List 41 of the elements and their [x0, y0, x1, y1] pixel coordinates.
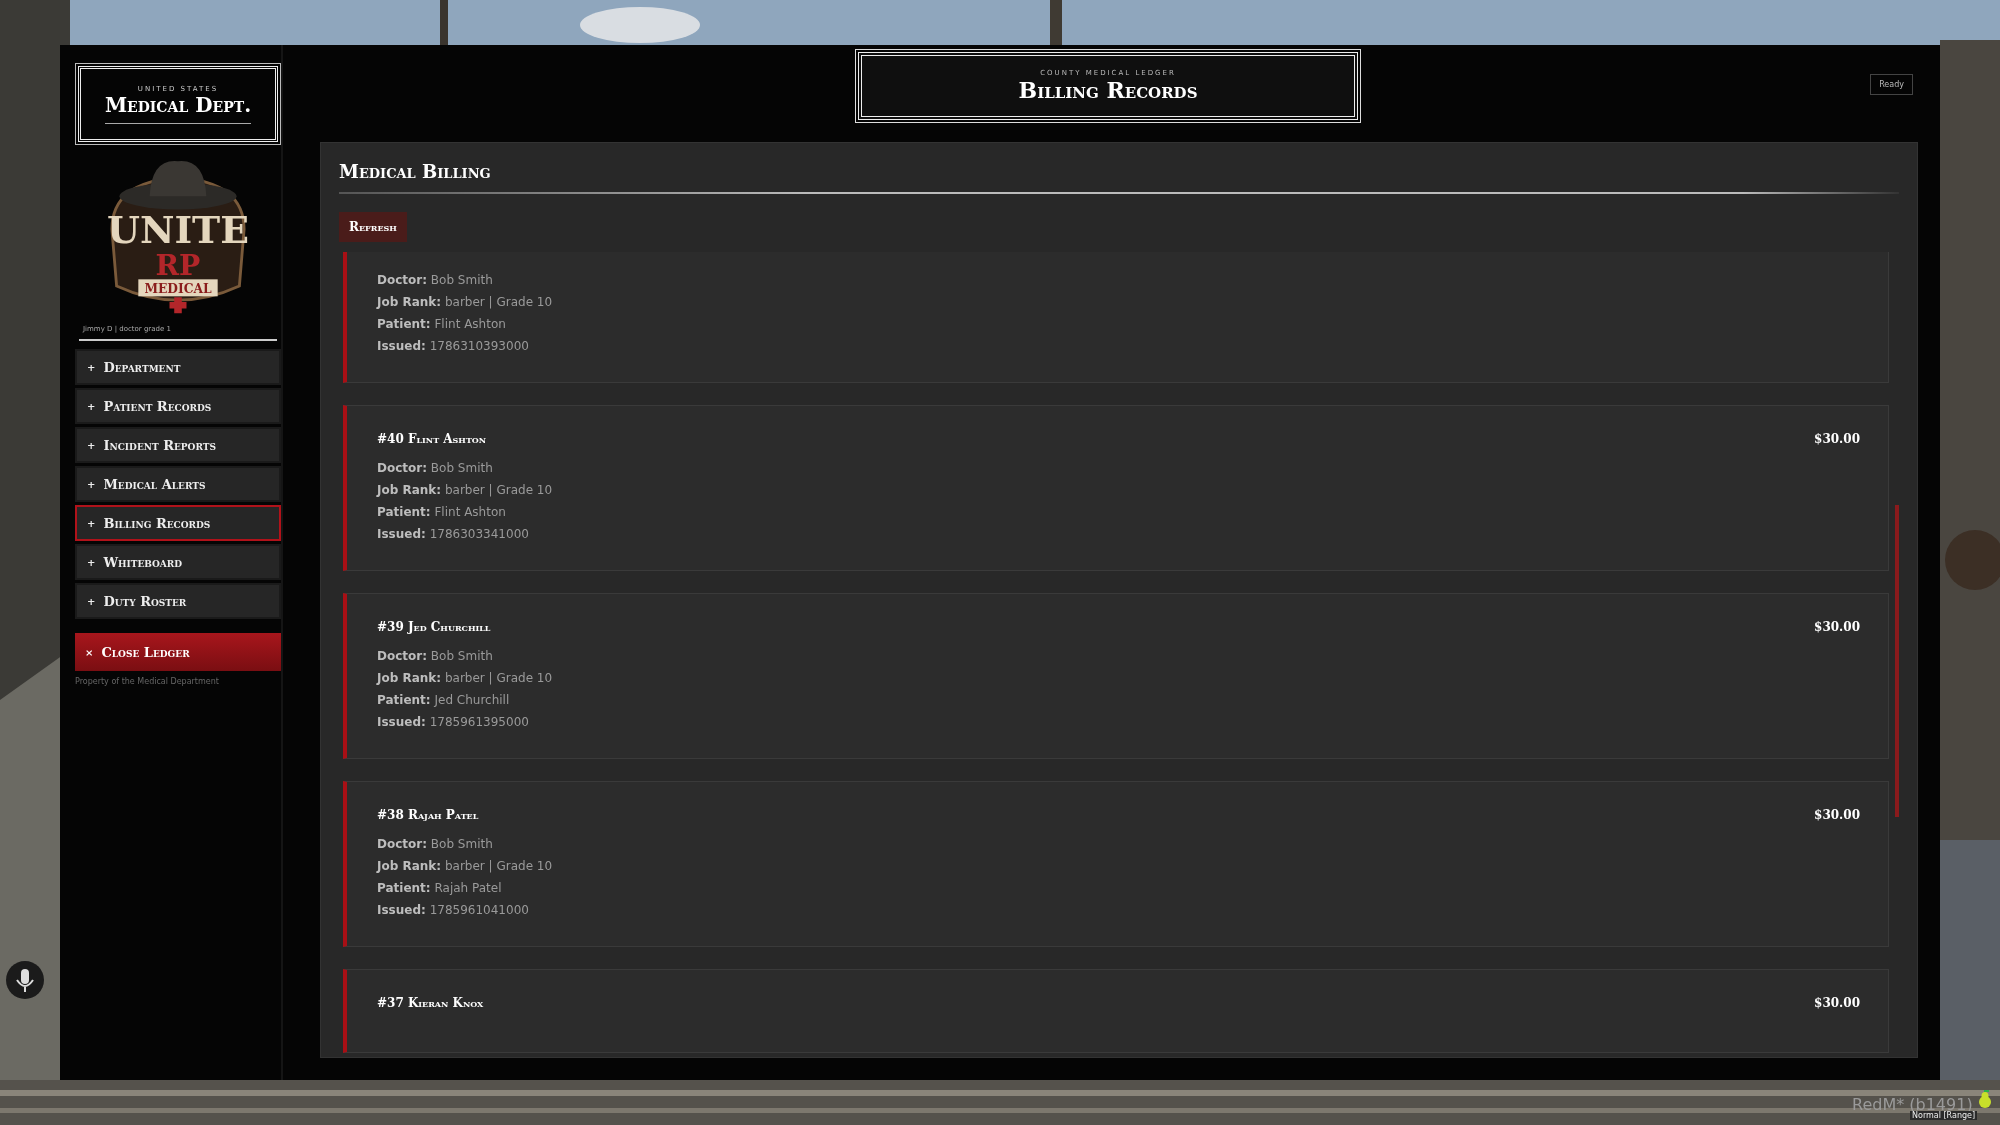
bill-title: #38 Rajah Patel [377, 808, 479, 822]
bill-amount: $30.00 [1814, 996, 1860, 1010]
bill-detail: Job Rank: barber | Grade 10 [377, 670, 554, 686]
bill-detail: Job Rank: barber | Grade 10 [377, 294, 554, 310]
refresh-button[interactable]: Refresh [339, 212, 407, 242]
bill-detail: Issued: 1785961395000 [377, 714, 530, 730]
bill-detail: Patient: Flint Ashton [377, 504, 507, 520]
bill-detail: Doctor: Bob Smith [377, 648, 494, 664]
bill-title: #37 Kieran Knox [377, 996, 484, 1010]
page-title: Billing Records [1018, 77, 1198, 103]
bill-detail: Job Rank: barber | Grade 10 [377, 482, 554, 498]
bill-detail: Patient: Flint Ashton [377, 316, 507, 332]
sidebar-item[interactable]: + Medical Alerts [75, 466, 281, 502]
pear-icon [1978, 1090, 1992, 1108]
scrollbar-thumb[interactable] [1895, 505, 1899, 817]
bill-amount: $30.00 [1814, 432, 1860, 446]
bill-amount: $30.00 [1814, 808, 1860, 822]
sidebar-item[interactable]: + Duty Roster [75, 583, 281, 619]
bill-detail: Doctor: Bob Smith [377, 836, 494, 852]
microphone-icon [5, 960, 45, 1000]
bill-detail: Job Rank: barber | Grade 10 [377, 858, 554, 874]
close-ledger-button[interactable]: × Close Ledger [75, 633, 281, 671]
bill-detail: Patient: Jed Churchill [377, 692, 511, 708]
bill-title: #40 Flint Ashton [377, 432, 487, 446]
bill-detail: Doctor: Bob Smith [377, 272, 494, 288]
bill-detail: Doctor: Bob Smith [377, 460, 494, 476]
bill-detail: Patient: Rajah Patel [377, 880, 503, 896]
sidebar-item[interactable]: + Department [75, 349, 281, 385]
bill-title: #39 Jed Churchill [377, 620, 491, 634]
footer-note: Property of the Medical Department [75, 677, 220, 686]
sidebar-item[interactable]: + Whiteboard [75, 544, 281, 580]
bill-detail: Issued: 1785961041000 [377, 902, 530, 918]
sidebar-item[interactable]: + Patient Records [75, 388, 281, 424]
bill-amount: $30.00 [1814, 620, 1860, 634]
panel-title: Medical Billing [339, 161, 492, 182]
status-badge: Ready [1870, 74, 1913, 95]
sidebar-item[interactable]: + Incident Reports [75, 427, 281, 463]
bill-detail: Issued: 1786303341000 [377, 526, 530, 542]
brand-title: Medical Dept. [104, 92, 252, 124]
bill-detail: Issued: 1786310393000 [377, 338, 530, 354]
sidebar-item[interactable]: + Billing Records [75, 505, 281, 541]
